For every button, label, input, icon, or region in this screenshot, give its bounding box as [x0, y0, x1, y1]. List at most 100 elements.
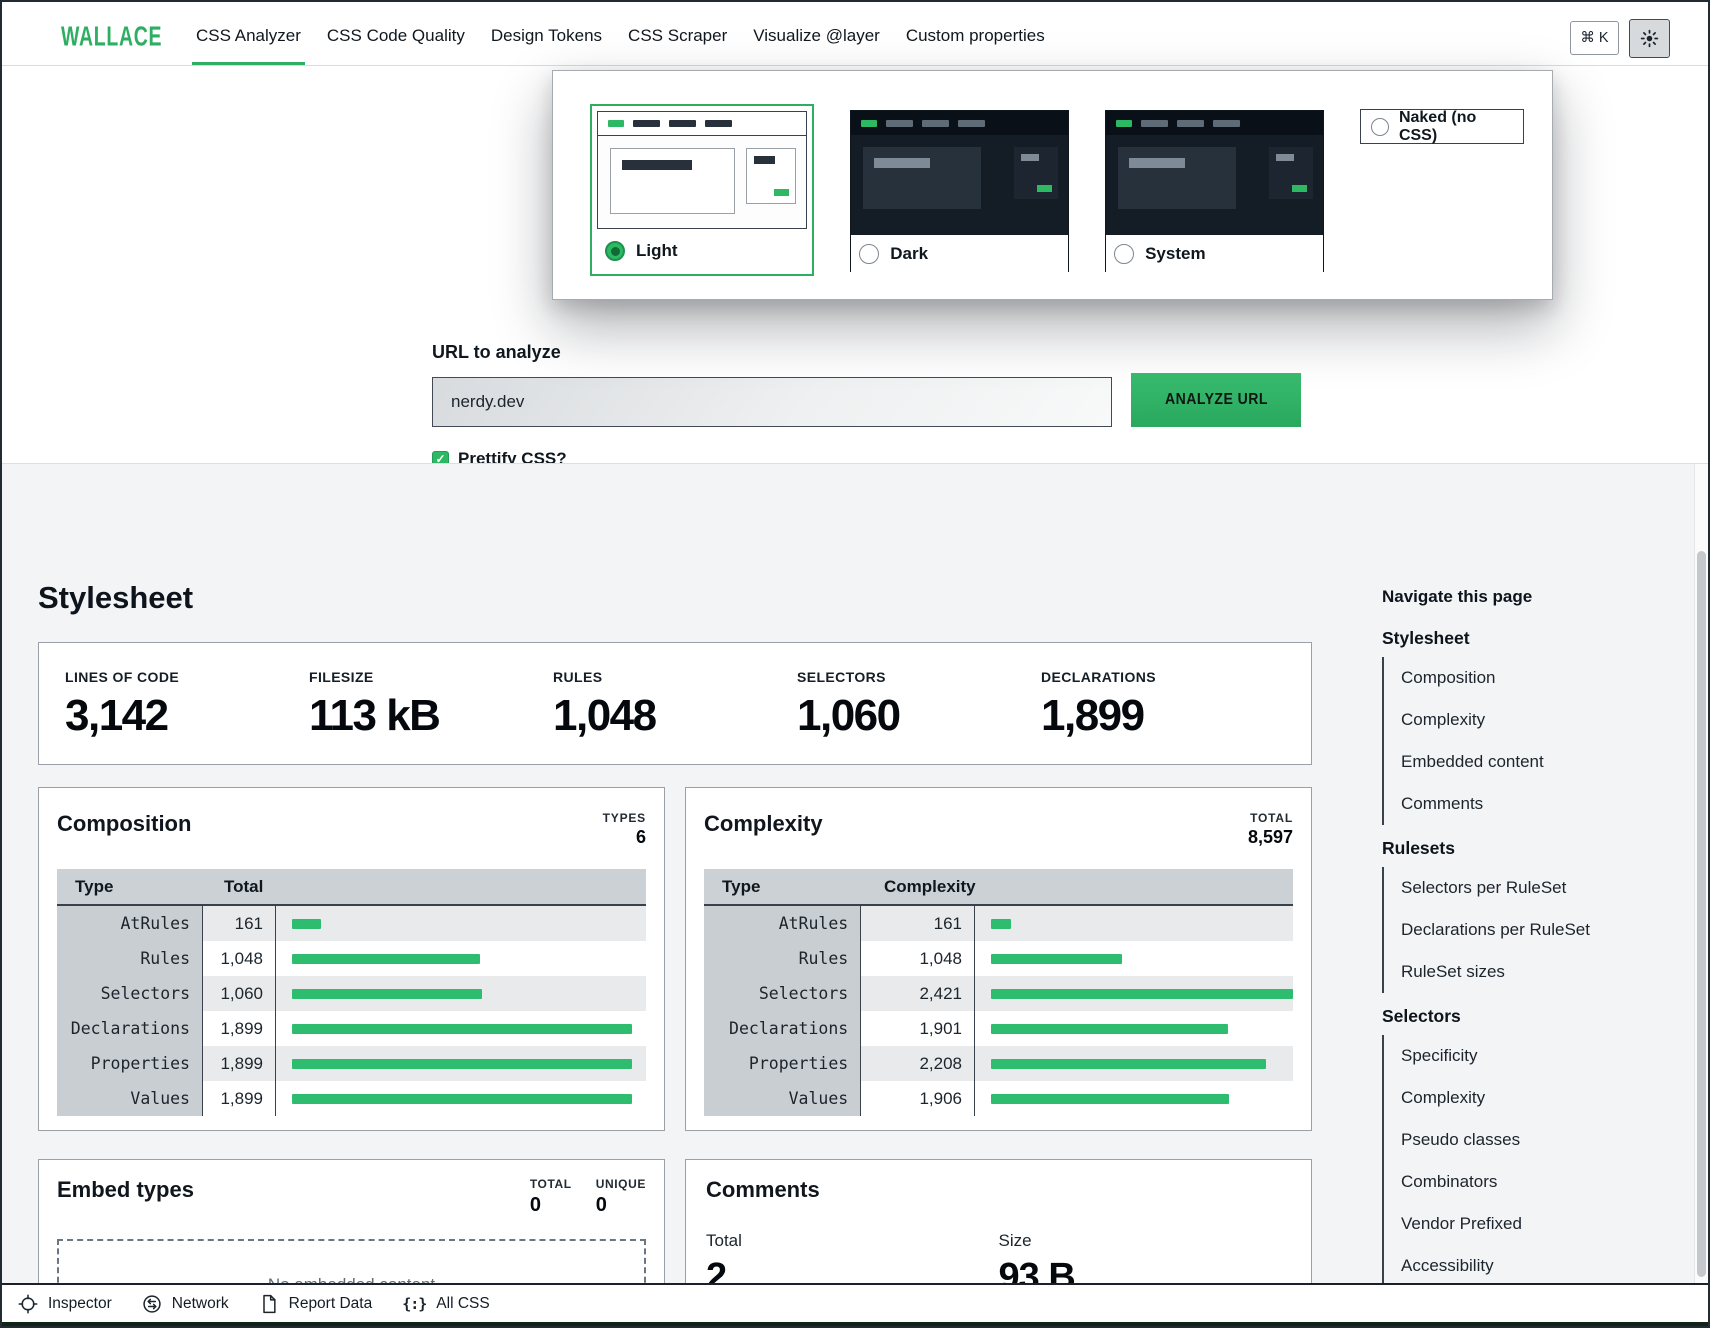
row-bar-cell	[975, 976, 1293, 1011]
row-type: Declarations	[57, 1011, 203, 1046]
page-nav-item-combinators[interactable]: Combinators	[1401, 1161, 1682, 1203]
nav-visualize-layer[interactable]: Visualize @layer	[753, 7, 880, 65]
toolbar-all-css[interactable]: All CSS	[402, 1295, 490, 1313]
page-nav-item-embedded-content[interactable]: Embedded content	[1401, 741, 1682, 783]
comments-total-label: Total	[706, 1231, 999, 1251]
complexity-panel: Complexity TOTAL 8,597 Type Complexity A…	[685, 787, 1312, 1131]
embed-types-stats: TOTAL 0 UNIQUE 0	[530, 1177, 646, 1217]
theme-option-dark[interactable]: Dark	[850, 110, 1069, 272]
scrollbar-thumb[interactable]	[1697, 551, 1706, 1277]
nav-custom-properties[interactable]: Custom properties	[906, 7, 1045, 65]
value-bar	[292, 1024, 632, 1034]
report-section: Stylesheet LINES OF CODE 3,142 FILESIZE …	[2, 463, 1708, 1283]
app-window: WALLACE CSS Analyzer CSS Code Quality De…	[0, 0, 1710, 1328]
col-total-header: Total	[203, 877, 276, 897]
url-input[interactable]	[432, 377, 1112, 427]
wallace-logo[interactable]: WALLACE	[61, 7, 153, 65]
stat-value: 1,899	[1041, 691, 1285, 741]
toolbar-report-data[interactable]: Report Data	[259, 1294, 373, 1314]
document-icon	[259, 1294, 279, 1314]
page-nav-item-comments[interactable]: Comments	[1401, 783, 1682, 825]
row-bar-cell	[276, 941, 646, 976]
page-nav-item-composition[interactable]: Composition	[1401, 657, 1682, 699]
preview-nav-chip	[958, 120, 985, 127]
preview-button-chip	[1037, 185, 1052, 192]
analyze-url-button[interactable]: ANALYZE URL	[1131, 373, 1301, 427]
toolbar-network[interactable]: Network	[142, 1294, 229, 1314]
total-label: TOTAL	[1248, 811, 1293, 825]
row-bar-cell	[975, 906, 1293, 941]
page-nav-item-specificity[interactable]: Specificity	[1401, 1035, 1682, 1077]
comments-title: Comments	[706, 1177, 1291, 1203]
theme-option-naked[interactable]: Naked (no CSS)	[1360, 109, 1524, 144]
table-row: Declarations 1,901	[704, 1011, 1293, 1046]
col-complexity-header: Complexity	[863, 877, 978, 897]
dark-radio[interactable]	[859, 244, 879, 264]
system-preview-navbar	[1106, 111, 1323, 135]
page-nav-item-vendor-prefixed[interactable]: Vendor Prefixed	[1401, 1203, 1682, 1245]
embed-empty-state: No embedded content	[57, 1239, 646, 1283]
value-bar	[292, 954, 480, 964]
command-palette-button[interactable]: ⌘ K	[1570, 21, 1619, 55]
page-nav-item-ruleset-sizes[interactable]: RuleSet sizes	[1401, 951, 1682, 993]
composition-types-stat: TYPES 6	[603, 811, 646, 848]
dark-option-row[interactable]: Dark	[851, 235, 1068, 272]
toolbar-all-css-label: All CSS	[436, 1295, 489, 1313]
preview-nav-chip	[669, 120, 696, 127]
nav-css-scraper[interactable]: CSS Scraper	[628, 7, 727, 65]
nav-css-code-quality[interactable]: CSS Code Quality	[327, 7, 465, 65]
bottom-toolbar: Inspector Network Report Data All CSS	[2, 1283, 1708, 1322]
types-label: TYPES	[603, 811, 646, 825]
page-nav-item-selector-complexity[interactable]: Complexity	[1401, 1077, 1682, 1119]
page-nav-item-declarations-per-ruleset[interactable]: Declarations per RuleSet	[1401, 909, 1682, 951]
table-row: Selectors 2,421	[704, 976, 1293, 1011]
page-nav-item-complexity[interactable]: Complexity	[1401, 699, 1682, 741]
vertical-scrollbar[interactable]	[1694, 464, 1708, 1283]
preview-nav-chip	[886, 120, 913, 127]
embed-types-title: Embed types	[57, 1177, 194, 1203]
page-nav-item-accessibility[interactable]: Accessibility	[1401, 1245, 1682, 1283]
theme-option-light[interactable]: Light	[590, 104, 814, 276]
row-type: Values	[704, 1081, 861, 1116]
value-bar	[292, 989, 482, 999]
complexity-title: Complexity	[704, 811, 823, 837]
row-bar-cell	[276, 906, 646, 941]
table-row: Selectors 1,060	[57, 976, 646, 1011]
light-option-row[interactable]: Light	[597, 229, 807, 273]
table-row: Properties 2,208	[704, 1046, 1293, 1081]
page-nav-item-pseudo-classes[interactable]: Pseudo classes	[1401, 1119, 1682, 1161]
naked-radio[interactable]	[1371, 118, 1389, 136]
value-bar	[991, 919, 1011, 929]
page-nav-heading-stylesheet: Stylesheet	[1382, 628, 1682, 649]
embed-unique-stat: UNIQUE 0	[596, 1177, 646, 1217]
system-option-row[interactable]: System	[1106, 235, 1323, 272]
nav-css-analyzer[interactable]: CSS Analyzer	[196, 7, 301, 65]
row-value: 161	[861, 906, 975, 941]
preview-nav-chip	[633, 120, 660, 127]
preview-nav-chip	[705, 120, 732, 127]
comments-total-stat: Total 2	[706, 1231, 999, 1283]
comments-stats: Total 2 Size 93 B	[706, 1231, 1291, 1283]
wallace-logo-text: WALLACE	[61, 20, 162, 52]
col-type-header: Type	[57, 877, 203, 897]
system-radio[interactable]	[1114, 244, 1134, 264]
command-k-shortcut: ⌘ K	[1580, 30, 1608, 46]
table-row: AtRules 161	[704, 906, 1293, 941]
naked-option-label: Naked (no CSS)	[1399, 109, 1513, 145]
preview-logo-chip	[608, 120, 624, 127]
nav-design-tokens[interactable]: Design Tokens	[491, 7, 602, 65]
row-value: 1,899	[203, 1011, 276, 1046]
theme-option-system[interactable]: System	[1105, 110, 1324, 272]
preview-logo-chip	[861, 120, 877, 127]
theme-toggle-button[interactable]	[1629, 19, 1670, 58]
page-nav-heading-selectors: Selectors	[1382, 1006, 1682, 1027]
light-radio[interactable]	[605, 241, 625, 261]
toolbar-inspector[interactable]: Inspector	[18, 1294, 112, 1314]
top-navbar: WALLACE CSS Analyzer CSS Code Quality De…	[2, 7, 1708, 66]
toolbar-inspector-label: Inspector	[48, 1295, 112, 1313]
preview-logo-chip	[1116, 120, 1132, 127]
page-nav-item-selectors-per-ruleset[interactable]: Selectors per RuleSet	[1401, 867, 1682, 909]
row-type: Rules	[704, 941, 861, 976]
total-value: 8,597	[1248, 827, 1293, 848]
row-value: 1,899	[203, 1081, 276, 1116]
